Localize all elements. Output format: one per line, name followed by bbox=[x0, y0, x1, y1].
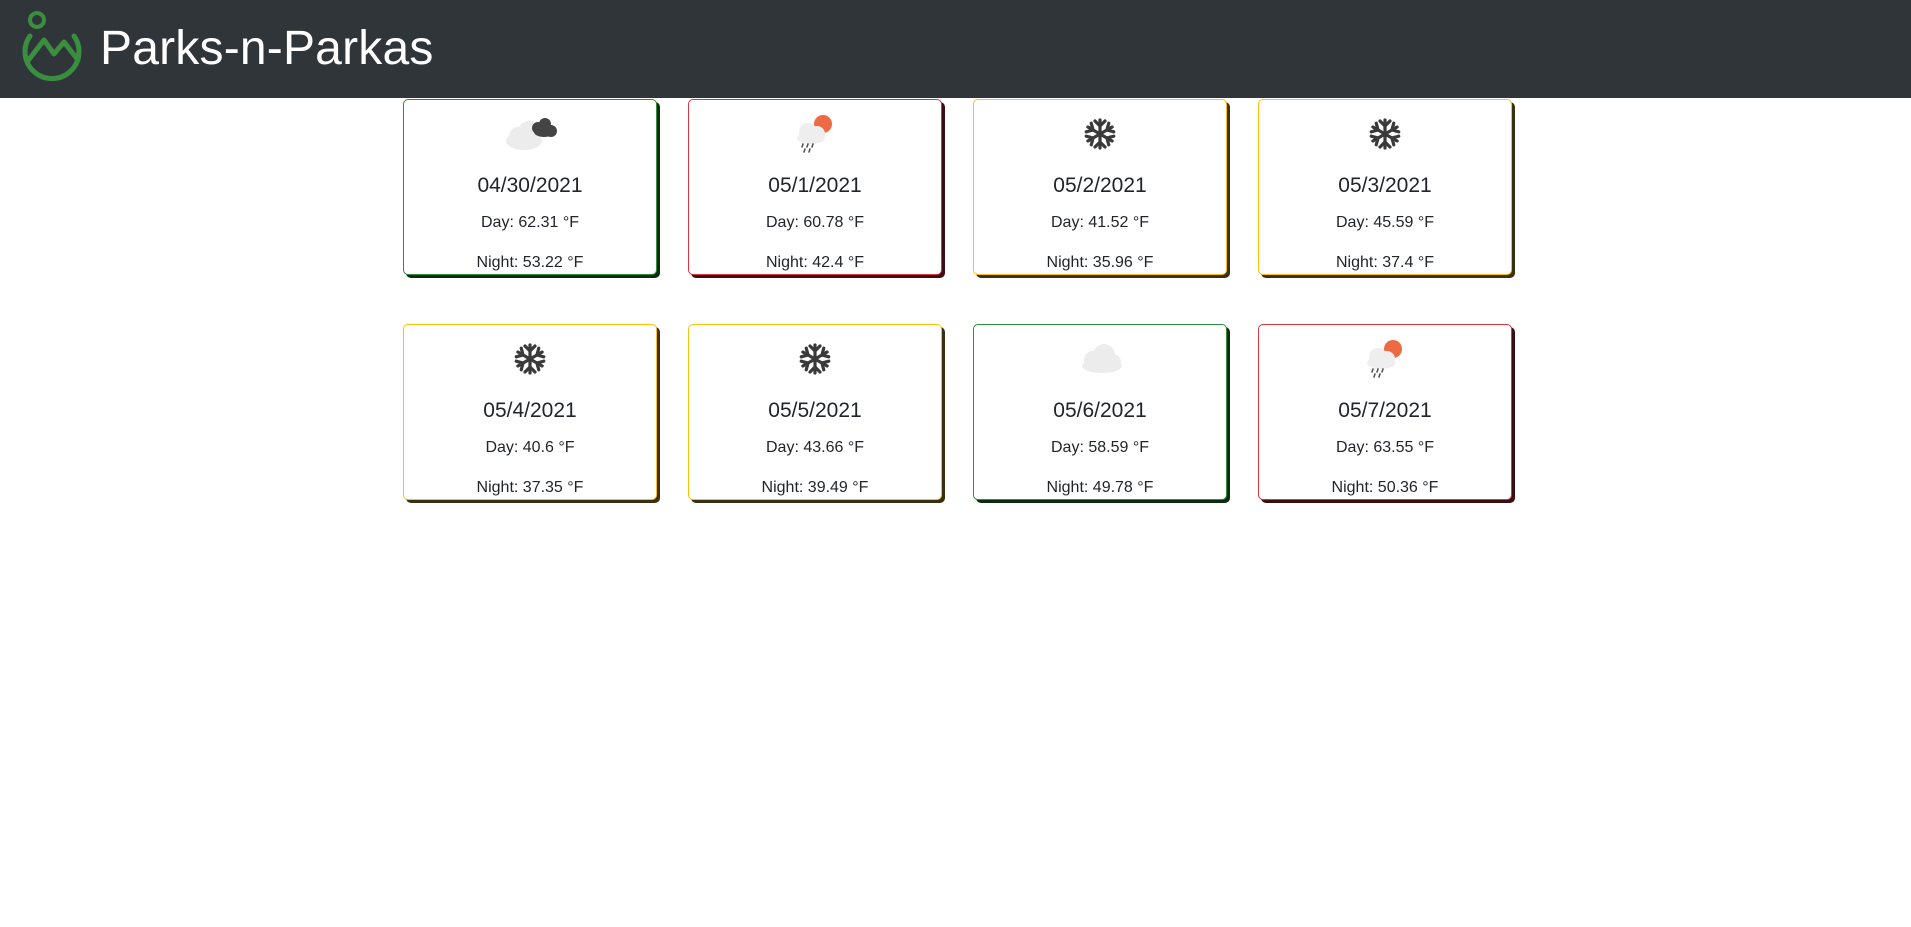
brand-title[interactable]: Parks-n-Parkas bbox=[100, 18, 434, 80]
forecast-card: 04/30/2021 Day: 62.31 °F Night: 53.22 °F bbox=[403, 99, 657, 275]
forecast-card: 05/5/2021 Day: 43.66 °F Night: 39.49 °F bbox=[688, 324, 942, 500]
night-temperature: Night: 37.35 °F bbox=[476, 479, 584, 496]
snowflake-icon bbox=[974, 114, 1226, 154]
day-temperature: Day: 43.66 °F bbox=[766, 439, 864, 456]
forecast-card: 05/4/2021 Day: 40.6 °F Night: 37.35 °F bbox=[403, 324, 657, 500]
night-temperature: Night: 39.49 °F bbox=[761, 479, 869, 496]
night-temperature: Night: 50.36 °F bbox=[1331, 479, 1439, 496]
night-temperature: Night: 42.4 °F bbox=[766, 254, 864, 271]
forecast-date: 04/30/2021 bbox=[477, 174, 583, 197]
mountain-pin-logo-icon[interactable] bbox=[18, 10, 84, 82]
day-temperature: Day: 41.52 °F bbox=[1051, 214, 1149, 231]
forecast-date: 05/7/2021 bbox=[1338, 399, 1432, 422]
forecast-card: 05/6/2021 Day: 58.59 °F Night: 49.78 °F bbox=[973, 324, 1227, 500]
forecast-date: 05/6/2021 bbox=[1053, 399, 1147, 422]
night-temperature: Night: 37.4 °F bbox=[1336, 254, 1434, 271]
forecast-card: 05/7/2021 Day: 63.55 °F Night: 50.36 °F bbox=[1258, 324, 1512, 500]
day-temperature: Day: 60.78 °F bbox=[766, 214, 864, 231]
forecast-date: 05/5/2021 bbox=[768, 399, 862, 422]
day-temperature: Day: 62.31 °F bbox=[481, 214, 579, 231]
forecast-date: 05/4/2021 bbox=[483, 399, 577, 422]
snowflake-icon bbox=[404, 339, 656, 379]
day-temperature: Day: 40.6 °F bbox=[485, 439, 575, 456]
day-temperature: Day: 45.59 °F bbox=[1336, 214, 1434, 231]
forecast-date: 05/3/2021 bbox=[1338, 174, 1432, 197]
night-temperature: Night: 35.96 °F bbox=[1046, 254, 1154, 271]
rain-sun-icon bbox=[1259, 339, 1511, 379]
forecast-date: 05/2/2021 bbox=[1053, 174, 1147, 197]
cloudy-dark-icon bbox=[404, 114, 656, 154]
snowflake-icon bbox=[689, 339, 941, 379]
cloud-icon bbox=[974, 339, 1226, 379]
forecast-card: 05/3/2021 Day: 45.59 °F Night: 37.4 °F bbox=[1258, 99, 1512, 275]
navbar: Parks-n-Parkas bbox=[0, 0, 1911, 98]
day-temperature: Day: 63.55 °F bbox=[1336, 439, 1434, 456]
rain-sun-icon bbox=[689, 114, 941, 154]
snowflake-icon bbox=[1259, 114, 1511, 154]
night-temperature: Night: 49.78 °F bbox=[1046, 479, 1154, 496]
day-temperature: Day: 58.59 °F bbox=[1051, 439, 1149, 456]
forecast-card: 05/1/2021 Day: 60.78 °F Night: 42.4 °F bbox=[688, 99, 942, 275]
forecast-date: 05/1/2021 bbox=[768, 174, 862, 197]
forecast-card: 05/2/2021 Day: 41.52 °F Night: 35.96 °F bbox=[973, 99, 1227, 275]
night-temperature: Night: 53.22 °F bbox=[476, 254, 584, 271]
